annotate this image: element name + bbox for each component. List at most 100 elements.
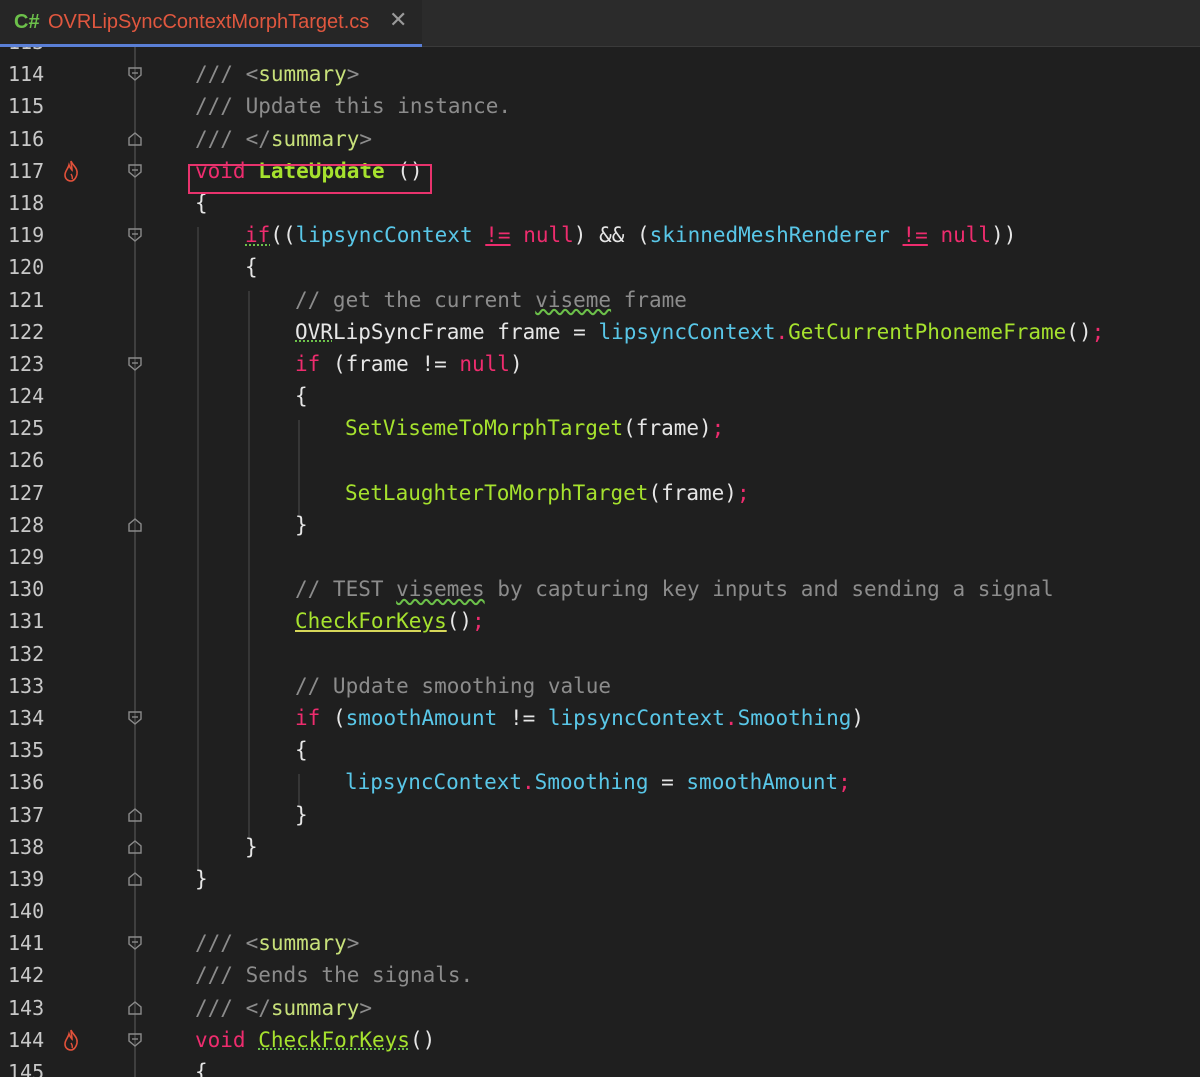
code-text: CheckForKeys();	[295, 609, 485, 634]
line-number: 123	[8, 351, 45, 376]
line-number: 129	[8, 545, 45, 569]
code-line: 124 {	[0, 380, 1200, 412]
editor-tab-active[interactable]: C# OVRLipSyncContextMorphTarget.cs ✕	[0, 0, 422, 47]
code-text: // Update smoothing value	[295, 673, 612, 698]
code-line: 122 OVRLipSyncFrame frame = lipsyncConte…	[0, 316, 1200, 348]
line-number: 124	[8, 384, 45, 409]
code-text: /// </summary>	[195, 995, 373, 1020]
code-editor[interactable]: 113 114 /// <summary> 115 /// Update thi…	[0, 47, 1200, 1077]
fold-end-marker-icon[interactable]	[127, 131, 143, 147]
line-number: 126	[8, 448, 45, 473]
code-line: 145 {	[0, 1056, 1200, 1077]
code-line: 131 CheckForKeys();	[0, 605, 1200, 637]
fold-marker-icon[interactable]	[127, 227, 143, 243]
code-text: {	[295, 738, 308, 763]
code-line: 133 // Update smoothing value	[0, 670, 1200, 702]
tab-bar: C# OVRLipSyncContextMorphTarget.cs ✕	[0, 0, 1200, 47]
fold-end-marker-icon[interactable]	[127, 517, 143, 533]
line-number: 122	[8, 319, 45, 344]
code-line: 137 }	[0, 799, 1200, 831]
line-number: 145	[8, 1060, 45, 1077]
code-lines: 113 114 /// <summary> 115 /// Update thi…	[0, 47, 1200, 1077]
code-line: 123 if (frame != null)	[0, 348, 1200, 380]
code-text: if((lipsyncContext != null) && (skinnedM…	[245, 223, 1017, 248]
code-line: 114 /// <summary>	[0, 58, 1200, 90]
code-line: 144 void CheckForKeys()	[0, 1024, 1200, 1056]
code-line: 115 /// Update this instance.	[0, 90, 1200, 122]
line-number: 134	[8, 705, 45, 730]
code-line: 132	[0, 638, 1200, 670]
line-number: 119	[8, 223, 45, 248]
line-number: 132	[8, 641, 45, 666]
line-number: 143	[8, 995, 45, 1020]
code-text: lipsyncContext.Smoothing = smoothAmount;	[345, 770, 851, 795]
line-number: 116	[8, 126, 45, 151]
fold-end-marker-icon[interactable]	[127, 807, 143, 823]
code-line: 136 lipsyncContext.Smoothing = smoothAmo…	[0, 766, 1200, 798]
method-highlight-box	[188, 164, 432, 194]
code-text: {	[295, 384, 308, 409]
tab-filename[interactable]: OVRLipSyncContextMorphTarget.cs	[48, 11, 369, 34]
line-number: 117	[8, 158, 45, 183]
code-text: /// Update this instance.	[195, 94, 512, 119]
hot-method-icon[interactable]	[62, 1029, 80, 1051]
code-text: {	[245, 255, 258, 280]
code-line: 143 /// </summary>	[0, 992, 1200, 1024]
line-number: 121	[8, 287, 45, 312]
fold-marker-icon[interactable]	[127, 163, 143, 179]
code-text: {	[195, 1060, 208, 1077]
code-text: if (smoothAmount != lipsyncContext.Smoot…	[295, 705, 865, 730]
fold-end-marker-icon[interactable]	[127, 839, 143, 855]
fold-end-marker-icon[interactable]	[127, 1000, 143, 1016]
fold-marker-icon[interactable]	[127, 356, 143, 372]
code-line: 120 {	[0, 251, 1200, 283]
line-number: 144	[8, 1027, 45, 1052]
code-line: 117 void LateUpdate ()	[0, 155, 1200, 187]
line-number: 137	[8, 802, 45, 827]
code-line: 128 }	[0, 509, 1200, 541]
code-text: if (frame != null)	[295, 351, 523, 376]
fold-marker-icon[interactable]	[127, 935, 143, 951]
line-number: 142	[8, 963, 45, 988]
code-text: // get the current viseme frame	[295, 287, 687, 312]
code-line: 119 if((lipsyncContext != null) && (skin…	[0, 219, 1200, 251]
code-text: }	[245, 834, 258, 859]
code-line: 113	[0, 47, 1200, 58]
line-number: 127	[8, 480, 45, 505]
line-number: 114	[8, 62, 45, 87]
code-line: 118 {	[0, 187, 1200, 219]
line-number: 130	[8, 577, 45, 602]
code-line: 134 if (smoothAmount != lipsyncContext.S…	[0, 702, 1200, 734]
code-line: 125 SetVisemeToMorphTarget(frame);	[0, 412, 1200, 444]
code-line: 138 }	[0, 831, 1200, 863]
line-number: 135	[8, 738, 45, 763]
code-text: SetLaughterToMorphTarget(frame);	[345, 480, 750, 505]
line-number: 131	[8, 609, 45, 634]
code-line: 139 }	[0, 863, 1200, 895]
line-number: 115	[8, 94, 45, 119]
code-text: OVRLipSyncFrame frame = lipsyncContext.G…	[295, 319, 1105, 344]
code-line: 129	[0, 541, 1200, 573]
hot-method-icon[interactable]	[62, 160, 80, 182]
code-line: 141 /// <summary>	[0, 927, 1200, 959]
fold-marker-icon[interactable]	[127, 66, 143, 82]
line-number: 118	[8, 190, 45, 215]
close-icon[interactable]: ✕	[389, 8, 407, 33]
code-text: /// Sends the signals.	[195, 963, 474, 988]
code-line: 126	[0, 444, 1200, 476]
code-text: /// </summary>	[195, 126, 373, 151]
code-text: // TEST visemes by capturing key inputs …	[295, 577, 1054, 602]
code-text: }	[295, 802, 308, 827]
code-text: }	[195, 866, 208, 891]
code-line: 116 /// </summary>	[0, 123, 1200, 155]
code-line: 130 // TEST visemes by capturing key inp…	[0, 573, 1200, 605]
fold-marker-icon[interactable]	[127, 1032, 143, 1048]
line-number: 128	[8, 512, 45, 537]
line-number: 139	[8, 866, 45, 891]
line-number: 136	[8, 770, 45, 795]
line-number: 133	[8, 673, 45, 698]
fold-marker-icon[interactable]	[127, 710, 143, 726]
code-line: 127 SetLaughterToMorphTarget(frame);	[0, 477, 1200, 509]
fold-end-marker-icon[interactable]	[127, 871, 143, 887]
code-text: SetVisemeToMorphTarget(frame);	[345, 416, 725, 441]
